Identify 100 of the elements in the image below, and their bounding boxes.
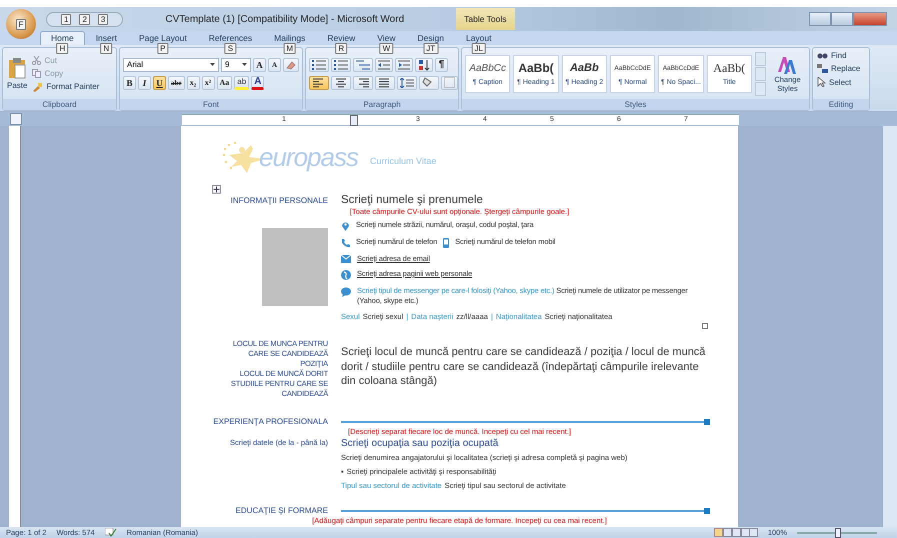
format-button[interactable]: B [123,76,136,90]
speech-bubble-icon [341,287,351,297]
phone-icon [341,238,350,248]
indent-marker[interactable] [350,114,358,126]
minimize-button[interactable] [809,12,831,26]
keytip: F [16,18,26,30]
office-button[interactable]: F [6,9,36,39]
replace-button[interactable]: Replace [816,63,862,74]
dropdown-arrow-icon[interactable] [210,63,215,66]
context-tab-title: Table Tools [456,8,515,30]
sort-icon[interactable] [415,58,433,72]
align-lines-icon [378,78,392,88]
show-formatting-button[interactable]: ¶ [435,58,448,72]
document-title: Curriculum Vitae [370,156,436,166]
keytip: S [224,43,236,54]
table-move-handle[interactable] [212,185,221,194]
group-label: Paragraph [306,99,458,110]
align-lines-icon [356,78,370,88]
cursor-icon [817,77,826,87]
shading-icon[interactable] [419,76,439,90]
keytip: H [56,43,68,54]
line-spacing-icon[interactable] [397,76,417,90]
section-heading: EXPERIENŢA PROFESIONALA [213,417,328,426]
zoom-slider[interactable] [797,528,877,538]
font-color-button[interactable]: A [251,76,264,90]
align-button[interactable] [331,76,351,90]
keytip: JL [472,43,486,54]
bullets-icon[interactable] [309,58,329,72]
keytip: M [283,43,296,54]
align-button[interactable] [375,76,395,90]
location-pin-icon [341,221,350,231]
dropdown-arrow-icon[interactable] [242,63,247,66]
gallery-scrollbar[interactable] [754,52,766,96]
copy-icon [32,68,42,78]
group-label: Font [120,99,302,110]
format-button[interactable]: x² [202,76,214,90]
ribbon-tab[interactable]: Mailings [263,31,316,45]
keytip: JT [423,43,438,54]
section-heading: INFORMAŢII PERSONALE [230,196,328,204]
format-painter-button[interactable]: Format Painter [31,80,100,92]
mobile-phone-icon [443,238,450,248]
keytip: P [157,43,168,54]
section-heading: EDUCAŢIE ŞI FORMARE [236,506,328,515]
ribbon-tab[interactable]: Home [40,31,85,45]
proofing-check-icon[interactable] [104,528,117,537]
envelope-icon [341,255,351,263]
paintbrush-icon [32,82,44,92]
format-button[interactable]: Aa [216,76,232,90]
align-lines-icon [334,78,348,88]
clear-formatting-icon[interactable] [283,58,299,72]
keytip: 2 [79,14,90,24]
select-button[interactable]: Select [816,76,852,88]
font-size-field[interactable]: 9 [221,58,251,72]
increase-indent-icon[interactable] [395,58,413,72]
vertical-scrollbar[interactable] [883,126,897,527]
numbering-icon[interactable] [331,58,351,72]
occupation-text: Scrieţi ocupaţia sau poziţia ocupată [341,438,500,449]
ribbon-tab[interactable]: Page Layout [128,31,198,45]
ribbon-tab[interactable]: References [198,31,264,45]
decrease-indent-icon[interactable] [375,58,393,72]
ribbon-tab[interactable]: Insert [84,31,128,45]
binoculars-icon [817,51,828,60]
find-button[interactable]: Find [816,50,848,61]
ruler-toggle-icon[interactable] [10,113,22,125]
vertical-ruler[interactable] [9,126,21,527]
format-button[interactable]: U [153,76,166,90]
clipboard-icon [8,57,26,79]
keytip: 3 [98,14,108,24]
align-lines-icon [312,78,326,88]
zoom-slider-thumb[interactable] [835,528,841,538]
globe-icon [341,270,351,280]
format-button[interactable]: I [138,76,151,90]
window-title: CVTemplate (1) [Compatibility Mode] - Microsoft Word [165,14,404,24]
ribbon-tab[interactable]: Design [406,31,455,45]
align-button[interactable] [353,76,373,90]
keytip: N [100,43,112,54]
ribbon-tab[interactable]: Layout [454,31,502,45]
keytip: R [335,43,348,54]
format-button[interactable]: x₂ [186,76,200,90]
job-applied-text: Scrieţi locul de muncă pentru care se candidează / poziţia / locul de muncă dorit / studiile pentru care se candidează (îndepărtaţi câmpurile irelevante din coloana stângă) [341,345,706,388]
grow-font-button[interactable]: A [253,58,266,72]
borders-icon[interactable] [441,76,458,90]
group-label: Editing [813,99,869,110]
group-label: Styles [462,99,809,110]
paste-button[interactable]: Paste [6,56,28,91]
ribbon-tab[interactable]: View [366,31,406,45]
group-label: Clipboard [3,99,116,110]
multilevel-list-icon[interactable] [353,58,373,72]
ribbon-tab[interactable]: Review [316,31,366,45]
restore-button[interactable] [831,12,853,26]
highlight-button[interactable]: ab [234,76,250,90]
europass-logo: europass [259,142,358,174]
keytip: W [380,43,394,54]
letters-a-icon [777,54,798,74]
align-button[interactable] [309,76,329,90]
name-heading: Scrieţi numele şi prenumele [341,194,483,206]
view-buttons-icon[interactable] [714,528,758,537]
replace-icon [817,64,828,73]
keytip: 1 [61,14,72,24]
font-name-field[interactable]: Arial [123,58,219,72]
